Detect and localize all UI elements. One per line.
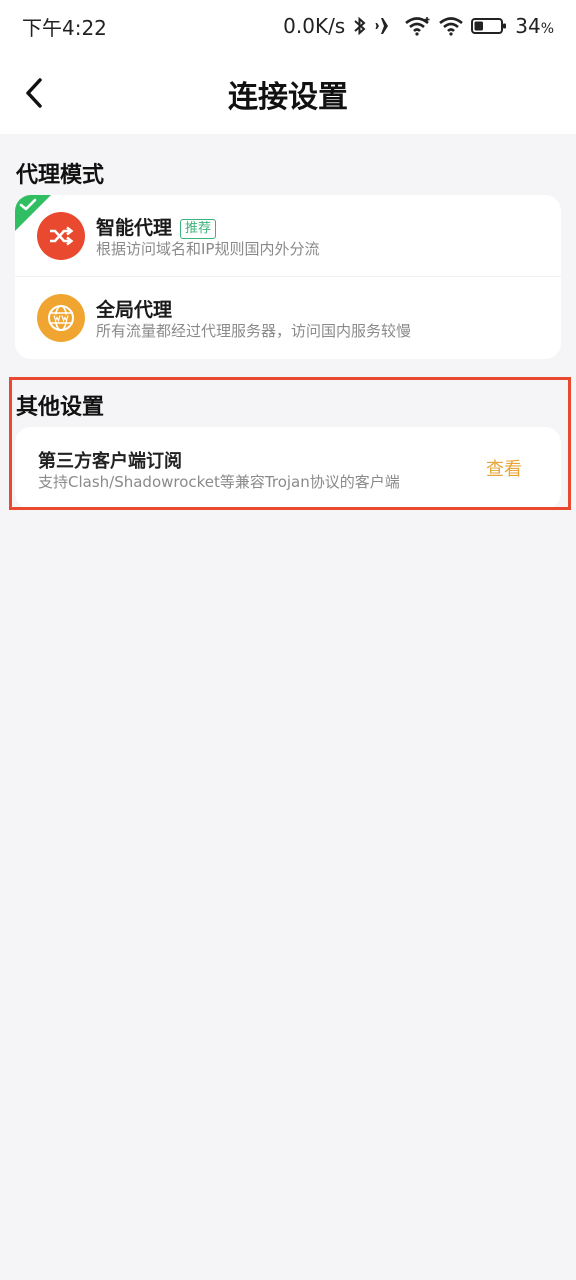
app-header: 连接设置 — [0, 52, 576, 134]
proxy-option-smart[interactable]: 智能代理 推荐 根据访问域名和IP规则国内外分流 — [15, 195, 561, 277]
recommended-badge: 推荐 — [180, 219, 217, 239]
airplane-mode-icon — [375, 16, 397, 36]
check-icon — [19, 198, 37, 211]
status-icons: 0.0K/s 34% — [283, 14, 554, 38]
proxy-option-name: 智能代理 推荐 — [96, 213, 217, 240]
proxy-option-desc: 所有流量都经过代理服务器，访问国内服务较慢 — [96, 322, 412, 340]
page-title: 连接设置 — [228, 80, 348, 115]
section-title-proxy-mode: 代理模式 — [16, 163, 105, 188]
section-title-other-settings: 其他设置 — [16, 395, 105, 420]
status-time: 下午4:22 — [22, 15, 107, 40]
proxy-option-name: 全局代理 — [96, 299, 173, 321]
view-button[interactable]: 查看 — [486, 455, 522, 481]
battery-icon — [471, 16, 507, 36]
subscription-title: 第三方客户端订阅 — [38, 451, 182, 472]
battery-percent: 34% — [515, 14, 554, 38]
wifi-icon — [405, 16, 431, 36]
proxy-mode-card: 智能代理 推荐 根据访问域名和IP规则国内外分流 全局代理 所有流量都经过代理服务… — [15, 195, 561, 359]
wifi-icon — [439, 16, 464, 36]
subscription-desc: 支持Clash/Shadowrocket等兼容Trojan协议的客户端 — [38, 473, 400, 491]
globe-www-icon — [37, 294, 85, 342]
bluetooth-icon — [353, 16, 367, 36]
proxy-option-global[interactable]: 全局代理 所有流量都经过代理服务器，访问国内服务较慢 — [15, 277, 561, 359]
net-speed: 0.0K/s — [283, 14, 346, 38]
proxy-option-desc: 根据访问域名和IP规则国内外分流 — [96, 240, 320, 258]
subscription-card[interactable]: 第三方客户端订阅 支持Clash/Shadowrocket等兼容Trojan协议… — [15, 427, 561, 509]
status-bar: 下午4:22 0.0K/s 34% — [0, 0, 576, 52]
